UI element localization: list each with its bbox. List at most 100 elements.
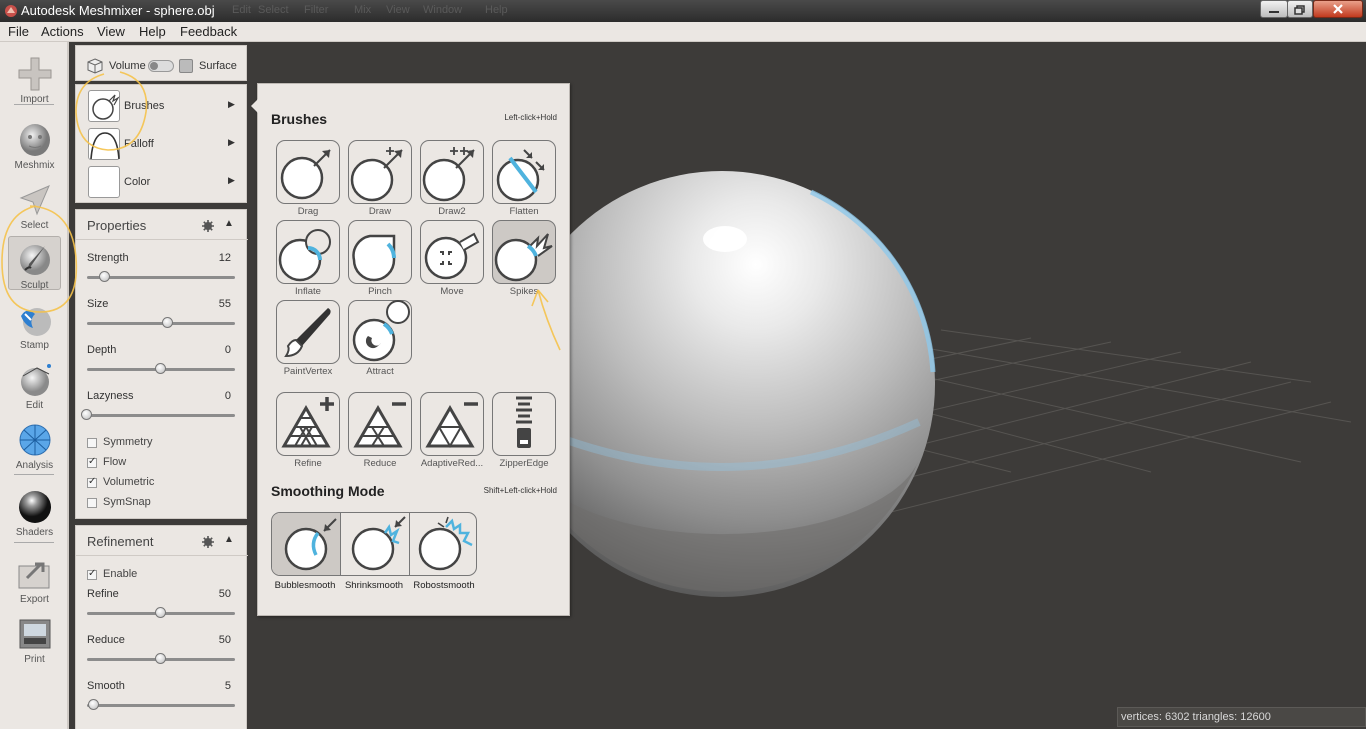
- checkbox-box[interactable]: [87, 456, 97, 468]
- popup-pointer: [251, 99, 258, 113]
- mode-switch[interactable]: [148, 60, 174, 72]
- brush-selector-panel: Brushes ▶ Falloff ▶ Color ▶: [75, 84, 247, 203]
- falloff-row[interactable]: Falloff ▶: [76, 125, 248, 163]
- tool-shaders[interactable]: Shaders: [0, 483, 69, 543]
- smooth-robostsmooth[interactable]: [410, 513, 476, 575]
- tool-adaptive-reduce[interactable]: AdaptiveRed...: [420, 392, 484, 470]
- tool-label: Export: [20, 594, 49, 605]
- smooth-shrinksmooth[interactable]: [341, 513, 409, 575]
- checkbox-box[interactable]: [87, 498, 97, 508]
- brush-preview[interactable]: [88, 90, 120, 122]
- spikes-brush-icon: [92, 94, 120, 120]
- tool-zipper-edge[interactable]: ZipperEdge: [492, 392, 556, 470]
- checkbox-label: Volumetric: [103, 476, 155, 488]
- brush-inflate[interactable]: Inflate: [276, 220, 340, 298]
- brush-draw[interactable]: Draw: [348, 140, 412, 218]
- slider-knob[interactable]: [88, 699, 100, 710]
- tool-refine[interactable]: Refine: [276, 392, 340, 470]
- flatten-brush-icon: [496, 149, 545, 202]
- close-button[interactable]: [1313, 0, 1363, 18]
- refinement-header[interactable]: Refinement ▲: [76, 526, 248, 556]
- flow-checkbox[interactable]: Flow: [87, 456, 237, 472]
- collapse-up-icon[interactable]: ▲: [224, 218, 234, 229]
- brush-spikes[interactable]: Spikes: [492, 220, 556, 298]
- gear-icon[interactable]: [202, 536, 214, 548]
- menu-actions[interactable]: Actions: [41, 24, 84, 39]
- lazyness-slider[interactable]: Lazyness 0: [76, 390, 248, 436]
- tool-analysis[interactable]: Analysis: [0, 416, 69, 476]
- slider-knob[interactable]: [98, 271, 110, 282]
- refine-triangle-icon: [281, 397, 334, 448]
- slider-name: Depth: [87, 344, 117, 356]
- slider-knob[interactable]: [162, 317, 174, 328]
- tool-reduce[interactable]: Reduce: [348, 392, 412, 470]
- slider-knob[interactable]: [155, 363, 166, 374]
- toolbar-divider: [14, 474, 54, 475]
- brush-draw2[interactable]: Draw2: [420, 140, 484, 218]
- brush-pinch[interactable]: Pinch: [348, 220, 412, 298]
- brush-flatten[interactable]: Flatten: [492, 140, 556, 218]
- falloff-preview[interactable]: [88, 128, 120, 160]
- brush-label: Drag: [297, 206, 319, 217]
- checkbox-box[interactable]: [87, 438, 97, 448]
- maximize-button[interactable]: [1287, 0, 1313, 18]
- menu-view[interactable]: View: [97, 24, 125, 39]
- menu-file[interactable]: File: [8, 24, 29, 39]
- color-row[interactable]: Color ▶: [76, 163, 248, 201]
- menu-feedback[interactable]: Feedback: [180, 24, 237, 39]
- tool-sculpt[interactable]: Sculpt: [0, 236, 69, 296]
- reduce-slider[interactable]: Reduce 50: [76, 634, 248, 680]
- smooth-slider[interactable]: Smooth 5: [76, 680, 248, 726]
- ghost-menu-item: Mix: [354, 4, 372, 16]
- size-slider[interactable]: Size 55: [76, 298, 248, 344]
- color-swatch[interactable]: [88, 166, 120, 198]
- slider-knob[interactable]: [155, 607, 166, 618]
- select-arrow-icon: [19, 185, 50, 216]
- tool-export[interactable]: Export: [0, 550, 69, 610]
- strength-slider[interactable]: Strength 12: [76, 252, 248, 298]
- menu-help[interactable]: Help: [139, 24, 166, 39]
- slider-knob[interactable]: [155, 653, 166, 664]
- sculpt-brush-icon: [20, 245, 50, 275]
- inflate-brush-icon: [278, 229, 331, 282]
- tool-print[interactable]: Print: [0, 610, 69, 670]
- collapse-up-icon[interactable]: ▲: [224, 534, 234, 545]
- depth-slider[interactable]: Depth 0: [76, 344, 248, 390]
- tool-import[interactable]: Import: [0, 50, 69, 110]
- refine-slider[interactable]: Refine 50: [76, 588, 248, 634]
- volume-surface-toggle: Volume Surface: [75, 45, 247, 81]
- volumetric-checkbox[interactable]: Volumetric: [87, 476, 237, 492]
- slider-value: 55: [218, 298, 231, 310]
- properties-header[interactable]: Properties ▲: [76, 210, 248, 240]
- checkbox-box[interactable]: [87, 568, 97, 580]
- enable-checkbox[interactable]: Enable: [87, 568, 237, 584]
- refinement-panel: Refinement ▲ Enable Refine 50 Reduce 50 …: [75, 525, 248, 729]
- minimize-button[interactable]: [1260, 0, 1288, 18]
- slider-track[interactable]: [87, 704, 235, 707]
- brush-attract[interactable]: Attract: [348, 300, 412, 378]
- slider-value: 0: [224, 390, 231, 402]
- ghost-menu-item: View: [386, 4, 410, 16]
- properties-title: Properties: [87, 218, 147, 233]
- brush-drag[interactable]: Drag: [276, 140, 340, 218]
- tool-select[interactable]: Select: [0, 176, 69, 236]
- slider-value: 50: [218, 588, 231, 600]
- smooth-bubblesmooth[interactable]: [272, 513, 340, 575]
- brushes-row[interactable]: Brushes ▶: [76, 87, 248, 125]
- brush-paintvertex[interactable]: PaintVertex: [276, 300, 340, 378]
- draw2-brush-icon: [422, 147, 475, 202]
- brush-move[interactable]: Move: [420, 220, 484, 298]
- tool-edit[interactable]: Edit: [0, 356, 69, 416]
- symsnap-checkbox[interactable]: SymSnap: [87, 496, 237, 512]
- tool-meshmix[interactable]: Meshmix: [0, 116, 69, 176]
- slider-knob[interactable]: [81, 409, 92, 420]
- checkbox-box[interactable]: [87, 476, 97, 488]
- export-icon: [18, 562, 50, 589]
- tool-label: Select: [20, 220, 49, 231]
- symmetry-checkbox[interactable]: Symmetry: [87, 436, 237, 452]
- tool-stamp[interactable]: Stamp: [0, 296, 69, 356]
- checkbox-label: Flow: [103, 456, 127, 468]
- slider-track[interactable]: [87, 322, 235, 325]
- slider-track[interactable]: [87, 414, 235, 417]
- gear-icon[interactable]: [202, 220, 214, 232]
